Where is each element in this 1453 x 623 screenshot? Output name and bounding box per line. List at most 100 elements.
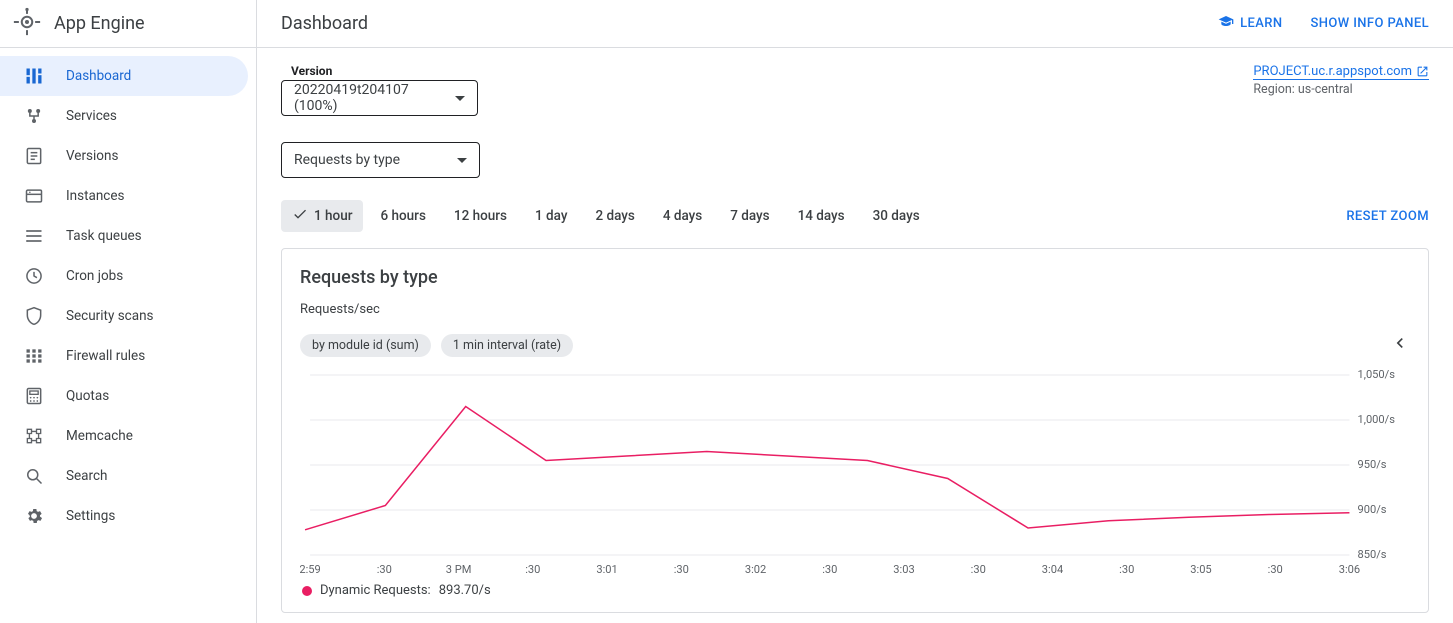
version-value: 20220419t204107 (100%) [294,82,445,114]
page-title: Dashboard [281,13,368,34]
sidebar-item-settings[interactable]: Settings [0,496,256,536]
time-range-row: 1 hour 6 hours12 hours1 day2 days4 days7 … [281,200,1429,232]
product-name: App Engine [54,13,145,34]
svg-text:3:02: 3:02 [745,563,766,576]
search-icon [24,466,44,486]
services-icon [24,106,44,126]
project-region: Region: us-central [1253,82,1429,97]
external-link-icon [1416,65,1429,78]
learn-label: LEARN [1240,16,1282,31]
chevron-down-icon [457,158,467,163]
svg-text:850/s: 850/s [1358,548,1387,561]
sidebar-item-firewall-rules[interactable]: Firewall rules [0,336,256,376]
sidebar-item-search[interactable]: Search [0,456,256,496]
app-engine-icon [12,7,42,41]
learn-icon [1218,14,1234,34]
sidebar-item-security-scans[interactable]: Security scans [0,296,256,336]
cron-jobs-icon [24,266,44,286]
time-range-label: 1 hour [314,208,352,224]
svg-text:1,050/s: 1,050/s [1358,368,1396,381]
sidebar-item-label: Dashboard [66,68,131,84]
svg-text:2:59: 2:59 [300,563,321,576]
time-range-30-days[interactable]: 30 days [862,202,931,230]
security-scans-icon [24,306,44,326]
project-link-text: PROJECT.uc.r.appspot.com [1253,64,1412,79]
sidebar-item-memcache[interactable]: Memcache [0,416,256,456]
metric-dropdown[interactable]: Requests by type [281,142,480,178]
sidebar-item-label: Firewall rules [66,348,145,364]
version-dropdown[interactable]: 20220419t204107 (100%) [281,80,478,116]
sidebar-item-task-queues[interactable]: Task queues [0,216,256,256]
svg-text:950/s: 950/s [1358,458,1387,471]
sidebar-item-label: Settings [66,508,115,524]
svg-text:3 PM: 3 PM [446,563,472,576]
chart-legend: Dynamic Requests: 893.70/s [300,583,1410,598]
project-info: PROJECT.uc.r.appspot.com Region: us-cent… [1253,64,1429,97]
svg-text:3:01: 3:01 [596,563,617,576]
sidebar-item-label: Versions [66,148,118,164]
time-range-7-days[interactable]: 7 days [719,202,780,230]
dashboard-icon [24,66,44,86]
instances-icon [24,186,44,206]
show-info-panel-button[interactable]: SHOW INFO PANEL [1310,16,1429,31]
time-range-1-hour[interactable]: 1 hour [281,200,363,232]
sidebar-item-label: Search [66,468,107,484]
chart-chip-1[interactable]: 1 min interval (rate) [441,334,573,357]
sidebar-item-instances[interactable]: Instances [0,176,256,216]
reset-zoom-button[interactable]: RESET ZOOM [1346,209,1429,224]
time-range-4-days[interactable]: 4 days [652,202,713,230]
legend-series-name: Dynamic Requests: [320,583,431,598]
sidebar-item-label: Instances [66,188,125,204]
chart-chip-row: by module id (sum) 1 min interval (rate) [300,333,1410,357]
topbar: Dashboard LEARN SHOW INFO PANEL [257,0,1453,48]
svg-text::30: :30 [674,563,689,576]
sidebar-item-quotas[interactable]: Quotas [0,376,256,416]
sidebar-item-label: Memcache [66,428,133,444]
sidebar: App Engine Dashboard Services Versions Inst… [0,0,257,623]
sidebar-item-cron-jobs[interactable]: Cron jobs [0,256,256,296]
metric-value: Requests by type [294,152,400,168]
chart-chip-0[interactable]: by module id (sum) [300,334,431,357]
chart-collapse-icon[interactable] [1390,333,1410,357]
time-range-2-days[interactable]: 2 days [584,202,645,230]
time-range-14-days[interactable]: 14 days [787,202,856,230]
version-label: Version [281,64,480,78]
sidebar-item-services[interactable]: Services [0,96,256,136]
task-queues-icon [24,226,44,246]
project-link[interactable]: PROJECT.uc.r.appspot.com [1253,64,1429,80]
quotas-icon [24,386,44,406]
svg-text::30: :30 [1268,563,1283,576]
firewall-rules-icon [24,346,44,366]
sidebar-item-dashboard[interactable]: Dashboard [0,56,248,96]
legend-series-value: 893.70/s [439,583,491,598]
learn-button[interactable]: LEARN [1218,14,1282,34]
check-icon [292,206,308,226]
chart-y-axis-label: Requests/sec [300,302,1410,317]
sidebar-nav: Dashboard Services Versions Instances Task q… [0,48,256,536]
sidebar-item-label: Security scans [66,308,154,324]
time-range-1-day[interactable]: 1 day [524,202,578,230]
settings-icon [24,506,44,526]
memcache-icon [24,426,44,446]
svg-text::30: :30 [1119,563,1134,576]
svg-text:3:05: 3:05 [1190,563,1211,576]
sidebar-item-label: Task queues [66,228,142,244]
svg-text:1,000/s: 1,000/s [1358,413,1396,426]
time-range-12-hours[interactable]: 12 hours [443,202,518,230]
sidebar-item-label: Quotas [66,388,109,404]
svg-text:3:04: 3:04 [1042,563,1063,576]
svg-text::30: :30 [971,563,986,576]
chart-card: Requests by type Requests/sec by module … [281,248,1429,613]
time-range-6-hours[interactable]: 6 hours [369,202,436,230]
content: Version 20220419t204107 (100%) Requests … [257,48,1453,623]
svg-text:3:06: 3:06 [1339,563,1360,576]
svg-text:3:03: 3:03 [893,563,914,576]
sidebar-item-label: Services [66,108,117,124]
sidebar-item-versions[interactable]: Versions [0,136,256,176]
sidebar-header: App Engine [0,0,256,48]
legend-swatch [302,586,312,596]
sidebar-item-label: Cron jobs [66,268,123,284]
versions-icon [24,146,44,166]
svg-text::30: :30 [525,563,540,576]
main: Dashboard LEARN SHOW INFO PANEL Version … [257,0,1453,623]
